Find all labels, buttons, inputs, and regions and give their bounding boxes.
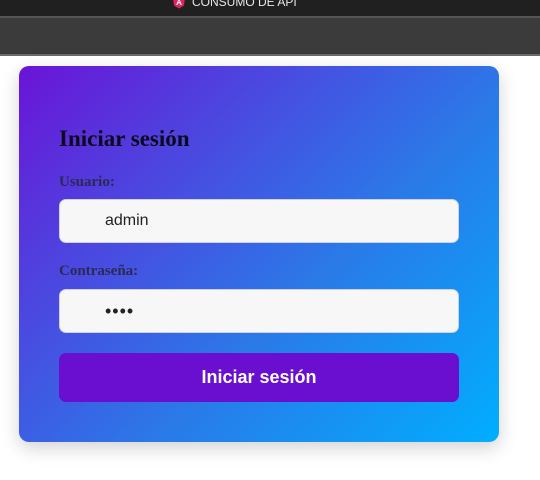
angular-logo-icon (173, 0, 185, 9)
browser-tab[interactable]: CONSUMO DE API (172, 0, 297, 10)
login-card: Iniciar sesión Usuario: Contraseña: Inic… (19, 66, 499, 442)
browser-tab-bar: CONSUMO DE API (0, 0, 540, 16)
address-bar[interactable] (0, 24, 540, 48)
password-label: Contraseña: (59, 263, 139, 279)
login-title: Iniciar sesión (59, 126, 190, 151)
username-input[interactable] (59, 199, 459, 243)
password-input[interactable] (59, 289, 459, 333)
login-submit-button[interactable]: Iniciar sesión (59, 353, 459, 402)
browser-tab-title: CONSUMO DE API (192, 0, 297, 9)
username-label: Usuario: (59, 174, 115, 190)
browser-toolbar (0, 16, 540, 56)
